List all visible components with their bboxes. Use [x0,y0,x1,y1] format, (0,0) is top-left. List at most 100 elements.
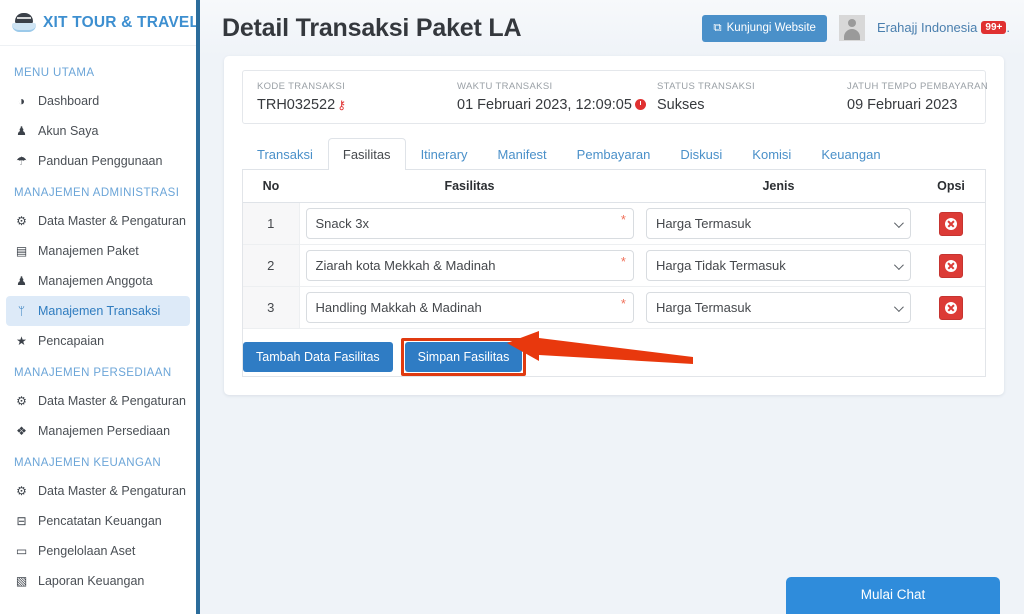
external-link-icon: ⧉ [713,21,722,34]
sidebar-item-label: Panduan Penggunaan [38,154,163,168]
sidebar-item-data-master-persediaan[interactable]: ⚙ Data Master & Pengaturan [0,386,196,416]
sidebar-item-manajemen-anggota[interactable]: ♟ Manajemen Anggota [0,266,196,296]
key-icon: ⚷ [337,98,346,112]
info-label: WAKTU TRANSAKSI [457,81,553,92]
delete-row-button[interactable] [939,253,963,278]
annotation-arrow-icon [507,331,693,364]
tab-itinerary[interactable]: Itinerary [406,138,483,170]
globe-icon: ◑ [17,94,26,108]
sidebar-item-manajemen-transaksi[interactable]: ᛘ Manajemen Transaksi [6,296,190,326]
info-value: 01 Februari 2023, 12:09:05 [457,97,657,113]
visit-website-button[interactable]: ⧉ Kunjungi Website [702,14,827,42]
sidebar-item-dashboard[interactable]: ◑ Dashboard [0,86,196,116]
column-header-fasilitas: Fasilitas [299,170,640,203]
chat-widget-label: Mulai Chat [860,587,926,602]
sidebar-item-pengelolaan-aset[interactable]: ▭ Pengelolaan Aset [0,536,196,566]
tab-keuangan[interactable]: Keuangan [806,138,895,170]
clock-icon [634,99,646,110]
sidebar-item-akun-saya[interactable]: ♟ Akun Saya [0,116,196,146]
sidebar-item-pencapaian[interactable]: ★ Pencapaian [0,326,196,356]
cell-opsi [917,244,985,287]
page-title: Detail Transaksi Paket LA [222,13,522,42]
sidebar-menu: MENU UTAMA ◑ Dashboard ♟ Akun Saya ☂ Pan… [0,46,196,596]
user-menu[interactable]: Erahajj Indonesia 99+. [877,19,1010,37]
info-waktu-transaksi: WAKTU TRANSAKSI 01 Februari 2023, 12:09:… [457,81,657,113]
circle-x-icon [945,301,957,314]
tab-komisi[interactable]: Komisi [737,138,806,170]
menu-section-header-persediaan: MANAJEMEN PERSEDIAAN [14,367,172,379]
fasilitas-table-wrap: No Fasilitas Jenis Opsi 1 * [242,170,986,377]
transaction-detail-card: KODE TRANSAKSI TRH032522 ⚷ WAKTU TRANSAKS… [224,56,1004,395]
user-icon: ♟ [16,124,27,138]
visit-website-label: Kunjungi Website [726,22,816,34]
money-bill-icon: ⊟ [16,514,27,528]
tab-fasilitas[interactable]: Fasilitas [327,138,406,170]
kaaba-logo-icon [12,12,36,34]
delete-row-button[interactable] [939,211,963,236]
info-status-transaksi: STATUS TRANSAKSI Sukses [657,81,847,113]
gears-icon: ⚙ [16,394,27,408]
fasilitas-input[interactable] [305,292,634,323]
fasilitas-actions: Tambah Data Fasilitas Simpan Fasilitas [243,329,985,376]
topbar: Detail Transaksi Paket LA ⧉ Kunjungi Web… [200,0,1024,56]
info-label: KODE TRANSAKSI [257,81,346,92]
sidebar-item-label: Data Master & Pengaturan [38,214,186,228]
detail-tabs: Transaksi Fasilitas Itinerary Manifest P… [242,138,986,170]
required-marker-icon: * [620,254,626,269]
sidebar-item-label: Pengelolaan Aset [38,544,136,558]
jenis-select[interactable]: Harga Termasuk [645,208,911,239]
sidebar-item-label: Manajemen Anggota [38,274,153,288]
main-area: Detail Transaksi Paket LA ⧉ Kunjungi Web… [200,0,1024,614]
table-header-row: No Fasilitas Jenis Opsi [243,170,985,203]
brand-header[interactable]: XIT TOUR & TRAVEL [0,0,196,46]
tab-pembayaran[interactable]: Pembayaran [562,138,666,170]
fasilitas-table: No Fasilitas Jenis Opsi 1 * [243,170,985,329]
info-kode-transaksi: KODE TRANSAKSI TRH032522 ⚷ [257,81,457,113]
column-header-no: No [243,170,299,203]
info-jatuh-tempo: JATUH TEMPO PEMBAYARAN 09 Februari 2023 [847,81,988,113]
notification-badge[interactable]: 99+ [981,21,1007,35]
menu-section-header-administrasi: MANAJEMEN ADMINISTRASI [14,187,180,199]
report-icon: ▧ [15,574,28,588]
fasilitas-input[interactable] [305,250,634,281]
sidebar-item-manajemen-paket[interactable]: ▤ Manajemen Paket [0,236,196,266]
chat-widget-button[interactable]: Mulai Chat [786,577,1000,614]
required-marker-icon: * [620,212,626,227]
sidebar-item-data-master-keuangan[interactable]: ⚙ Data Master & Pengaturan [0,476,196,506]
users-icon: ♟ [16,274,27,288]
save-fasilitas-button[interactable]: Simpan Fasilitas [404,342,523,372]
cell-fasilitas: * [299,244,640,287]
info-value: 09 Februari 2023 [847,97,958,113]
boxes-icon: ❖ [16,424,27,438]
tab-diskusi[interactable]: Diskusi [665,138,737,170]
circle-x-icon [945,259,957,272]
sidebar-item-panduan-penggunaan[interactable]: ☂ Panduan Penggunaan [0,146,196,176]
annotation-highlight-box: Simpan Fasilitas [400,338,527,376]
gears-icon: ⚙ [16,484,27,498]
cell-jenis: Harga Termasuk [639,286,917,329]
table-row: 1 * Harga Termasuk [243,202,985,245]
jenis-select[interactable]: Harga Tidak Termasuk [645,250,911,281]
cart-icon: ᛘ [17,304,26,318]
cell-opsi [917,286,985,329]
tab-manifest[interactable]: Manifest [483,138,562,170]
sidebar-item-laporan-keuangan[interactable]: ▧ Laporan Keuangan [0,566,196,596]
sidebar-item-label: Laporan Keuangan [38,574,145,588]
table-row: 2 * Harga Tidak Termasuk [243,244,985,287]
sidebar-item-manajemen-persediaan[interactable]: ❖ Manajemen Persediaan [0,416,196,446]
circle-x-icon [945,217,957,230]
sidebar-item-pencatatan-keuangan[interactable]: ⊟ Pencatatan Keuangan [0,506,196,536]
tab-transaksi[interactable]: Transaksi [242,138,328,170]
fasilitas-input[interactable] [305,208,634,239]
add-fasilitas-button[interactable]: Tambah Data Fasilitas [243,342,393,372]
cell-jenis: Harga Tidak Termasuk [639,244,917,287]
cell-fasilitas: * [299,286,640,329]
avatar[interactable] [838,15,865,41]
sidebar-item-data-master-administrasi[interactable]: ⚙ Data Master & Pengaturan [0,206,196,236]
sidebar-item-label: Dashboard [38,94,100,108]
delete-row-button[interactable] [939,295,963,320]
info-value: Sukses [657,97,705,113]
star-award-icon: ★ [16,334,27,348]
jenis-select[interactable]: Harga Termasuk [645,292,911,323]
book-icon: ▤ [15,244,28,258]
